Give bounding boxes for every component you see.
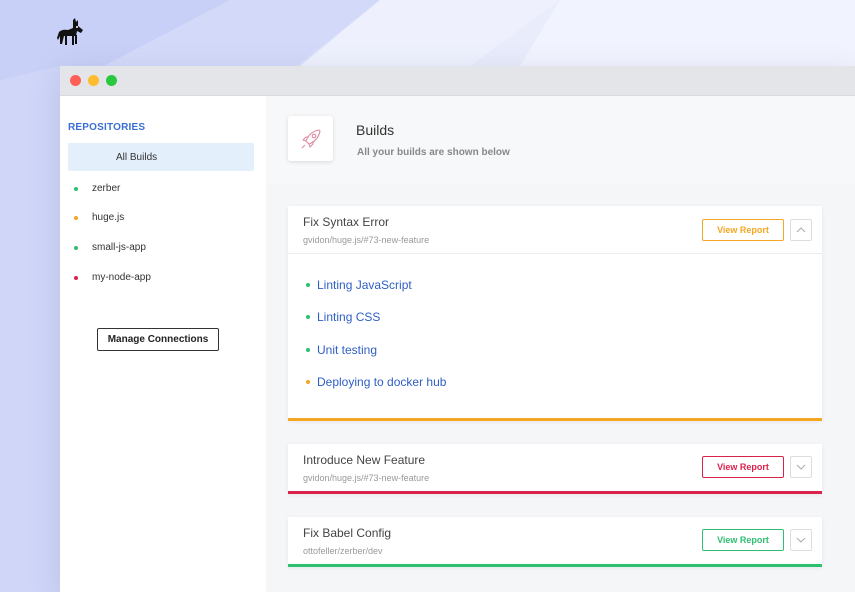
maximize-window-button[interactable] (106, 75, 117, 86)
page-title: Builds (356, 122, 395, 138)
status-dot (74, 275, 78, 280)
view-report-button[interactable]: View Report (702, 529, 784, 551)
status-dot (74, 186, 78, 191)
status-dot (306, 380, 310, 384)
build-ref: gvidon/huge.js/#73-new-feature (303, 235, 430, 245)
sidebar-item-label: zerber (92, 183, 121, 194)
sidebar-item-all-builds[interactable]: All Builds (68, 143, 254, 171)
window-titlebar (60, 66, 855, 96)
sidebar-item-huge-js[interactable]: huge.js (74, 212, 124, 223)
repositories-heading: REPOSITORIES (68, 122, 146, 133)
build-step-label: Deploying to docker hub (317, 375, 447, 389)
sidebar-item-small-js-app[interactable]: small-js-app (74, 242, 146, 253)
sidebar-item-my-node-app[interactable]: my-node-app (74, 272, 151, 283)
close-window-button[interactable] (70, 75, 81, 86)
donkey-logo (56, 18, 84, 50)
sidebar-item-label: my-node-app (92, 272, 151, 283)
sidebar-item-zerber[interactable]: zerber (74, 183, 120, 194)
build-step-label: Linting CSS (317, 310, 381, 324)
status-dot (306, 348, 310, 352)
status-dot (306, 315, 310, 319)
page-subtitle: All your builds are shown below (357, 147, 510, 158)
status-dot (74, 245, 78, 250)
status-dot (74, 215, 78, 220)
build-step[interactable]: Deploying to docker hub (306, 375, 446, 389)
collapse-button[interactable] (790, 219, 812, 241)
sidebar-item-label: All Builds (116, 151, 158, 163)
build-title: Introduce New Feature (303, 453, 426, 467)
build-card-introduce-new-feature: Introduce New Feature gvidon/huge.js/#73… (288, 444, 822, 494)
status-bar (288, 564, 822, 567)
view-report-button[interactable]: View Report (702, 219, 784, 241)
build-step[interactable]: Linting CSS (306, 310, 380, 324)
manage-connections-button[interactable]: Manage Connections (97, 328, 219, 351)
card-divider (288, 253, 822, 254)
chevron-down-icon (796, 537, 806, 543)
build-step[interactable]: Unit testing (306, 343, 377, 357)
page-header: Builds All your builds are shown below (266, 96, 855, 184)
build-ref: gvidon/huge.js/#73-new-feature (303, 473, 430, 483)
build-step[interactable]: Linting JavaScript (306, 278, 412, 292)
minimize-window-button[interactable] (88, 75, 99, 86)
build-ref: ottofeller/zerber/dev (303, 546, 383, 556)
sidebar-item-label: huge.js (92, 212, 125, 223)
status-dot (306, 283, 310, 287)
view-report-button[interactable]: View Report (702, 456, 784, 478)
build-card-fix-syntax-error: Fix Syntax Error gvidon/huge.js/#73-new-… (288, 206, 822, 421)
sidebar-item-label: small-js-app (92, 242, 146, 253)
status-bar (288, 491, 822, 494)
build-step-label: Linting JavaScript (317, 278, 412, 292)
build-title: Fix Syntax Error (303, 215, 390, 229)
build-step-label: Unit testing (317, 343, 378, 357)
build-card-fix-babel-config: Fix Babel Config ottofeller/zerber/dev V… (288, 517, 822, 567)
chevron-down-icon (796, 464, 806, 470)
app-window: REPOSITORIES All Builds zerber huge.js s… (60, 66, 855, 592)
sidebar: REPOSITORIES All Builds zerber huge.js s… (60, 96, 266, 592)
build-title: Fix Babel Config (303, 526, 392, 540)
expand-button[interactable] (790, 529, 812, 551)
expand-button[interactable] (790, 456, 812, 478)
status-bar (288, 418, 822, 421)
main-content: Builds All your builds are shown below F… (266, 96, 855, 592)
rocket-icon (288, 116, 333, 161)
chevron-up-icon (796, 227, 806, 233)
